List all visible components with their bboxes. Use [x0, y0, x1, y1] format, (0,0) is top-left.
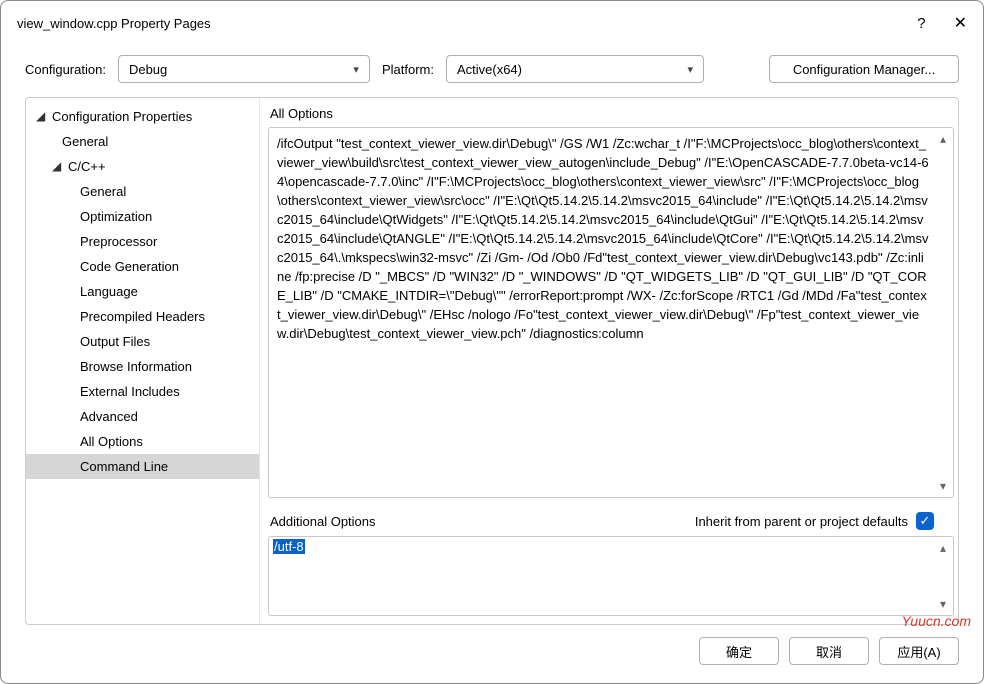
scroll-down-icon[interactable]: ▾: [940, 479, 946, 493]
tree-root-configuration-properties[interactable]: ◢ Configuration Properties: [26, 104, 259, 129]
configuration-label: Configuration:: [25, 62, 106, 77]
chevron-down-icon: ▾: [687, 63, 693, 76]
additional-options-value: /utf-8: [273, 539, 305, 554]
nav-tree[interactable]: ◢ Configuration Properties General ◢ C/C…: [26, 98, 260, 624]
ok-button[interactable]: 确定: [699, 637, 779, 665]
additional-options-box[interactable]: /utf-8 ▴ ▾: [268, 536, 954, 616]
dialog-body: ◢ Configuration Properties General ◢ C/C…: [25, 97, 959, 625]
tree-item-advanced[interactable]: Advanced: [26, 404, 259, 429]
additional-options-text: /utf-8: [269, 537, 953, 556]
tree-item-ccpp-general[interactable]: General: [26, 179, 259, 204]
tree-item-code-generation[interactable]: Code Generation: [26, 254, 259, 279]
all-options-text: /ifcOutput "test_context_viewer_view.dir…: [269, 128, 953, 349]
window-title: view_window.cpp Property Pages: [17, 16, 211, 31]
inherit-control[interactable]: Inherit from parent or project defaults …: [695, 512, 934, 530]
platform-label: Platform:: [382, 62, 434, 77]
all-options-label: All Options: [268, 106, 954, 121]
apply-button[interactable]: 应用(A): [879, 637, 959, 665]
tree-item-language[interactable]: Language: [26, 279, 259, 304]
cancel-button[interactable]: 取消: [789, 637, 869, 665]
scroll-down-icon[interactable]: ▾: [940, 597, 946, 611]
additional-options-label: Additional Options: [268, 514, 376, 529]
scroll-up-icon[interactable]: ▴: [940, 132, 946, 146]
close-icon[interactable]: ✕: [954, 13, 967, 33]
scrollbar[interactable]: ▴ ▾: [935, 130, 951, 495]
disclosure-open-icon: ◢: [36, 106, 52, 127]
dialog-footer: Yuucn.com 确定 取消 应用(A): [1, 631, 983, 683]
tree-item-browse-information[interactable]: Browse Information: [26, 354, 259, 379]
tree-item-optimization[interactable]: Optimization: [26, 204, 259, 229]
tree-item-all-options[interactable]: All Options: [26, 429, 259, 454]
additional-options-header: Additional Options Inherit from parent o…: [268, 512, 954, 530]
tree-item-preprocessor[interactable]: Preprocessor: [26, 229, 259, 254]
help-icon[interactable]: ?: [917, 15, 925, 32]
disclosure-open-icon: ◢: [52, 156, 68, 177]
inherit-label: Inherit from parent or project defaults: [695, 514, 908, 529]
configuration-select[interactable]: Debug ▾: [118, 55, 370, 83]
tree-item-command-line[interactable]: Command Line: [26, 454, 259, 479]
main-panel: All Options /ifcOutput "test_context_vie…: [260, 98, 958, 624]
tree-item-output-files[interactable]: Output Files: [26, 329, 259, 354]
titlebar-controls: ? ✕: [917, 13, 967, 33]
scroll-up-icon[interactable]: ▴: [940, 541, 946, 555]
platform-select[interactable]: Active(x64) ▾: [446, 55, 704, 83]
config-toolbar: Configuration: Debug ▾ Platform: Active(…: [1, 43, 983, 93]
platform-value: Active(x64): [457, 62, 522, 77]
tree-item-ccpp[interactable]: ◢ C/C++: [26, 154, 259, 179]
tree-item-external-includes[interactable]: External Includes: [26, 379, 259, 404]
configuration-manager-button[interactable]: Configuration Manager...: [769, 55, 959, 83]
chevron-down-icon: ▾: [353, 63, 359, 76]
inherit-checkbox[interactable]: ✓: [916, 512, 934, 530]
all-options-box[interactable]: /ifcOutput "test_context_viewer_view.dir…: [268, 127, 954, 498]
tree-item-general[interactable]: General: [26, 129, 259, 154]
titlebar: view_window.cpp Property Pages ? ✕: [1, 1, 983, 43]
tree-item-precompiled-headers[interactable]: Precompiled Headers: [26, 304, 259, 329]
property-pages-dialog: view_window.cpp Property Pages ? ✕ Confi…: [0, 0, 984, 684]
configuration-value: Debug: [129, 62, 167, 77]
scrollbar[interactable]: ▴ ▾: [935, 539, 951, 613]
